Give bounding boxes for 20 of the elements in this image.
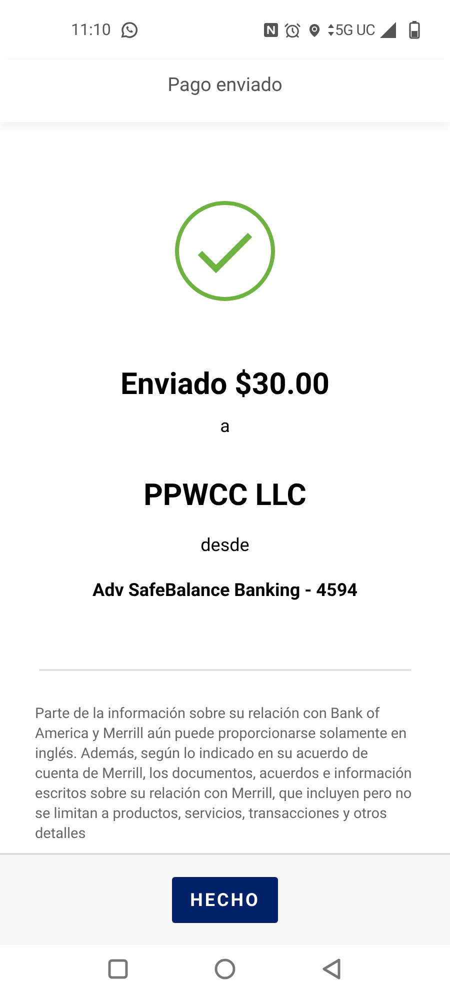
network-type: 5G UC <box>335 20 375 41</box>
battery-icon <box>409 21 420 39</box>
nfc-icon <box>263 22 280 38</box>
status-time: 11:10 <box>71 19 111 41</box>
home-icon[interactable] <box>214 958 236 980</box>
alarm-icon <box>284 22 302 38</box>
done-button[interactable]: HECHO <box>172 877 278 923</box>
back-icon[interactable] <box>322 958 342 980</box>
amount-sent: Enviado $30.00 <box>120 366 330 404</box>
from-label: desde <box>200 534 250 558</box>
disclaimer-text: Parte de la información sobre su relación con Bank of America y Merrill aún puede proporcionarse solamente en inglés. Además, según lo indicado en su acuerdo de cuenta de Merrill, los documentos, acuerdos e información escritos sobre su relación con Merrill, que incluyen pero no se limitan a productos, servicios, transacciones y otros detalles <box>35 704 413 844</box>
account-name: Adv SafeBalance Banking - 4594 <box>92 579 358 603</box>
checkmark-circle-icon <box>174 200 276 302</box>
signal-icon <box>380 22 396 38</box>
payee-name: PPWCC LLC <box>144 477 306 515</box>
data-arrows-icon <box>328 24 334 36</box>
page-title: Pago enviado <box>168 72 282 98</box>
to-label: a <box>220 415 230 439</box>
recent-apps-icon[interactable] <box>108 958 128 978</box>
chat-bubble-icon <box>118 20 139 40</box>
